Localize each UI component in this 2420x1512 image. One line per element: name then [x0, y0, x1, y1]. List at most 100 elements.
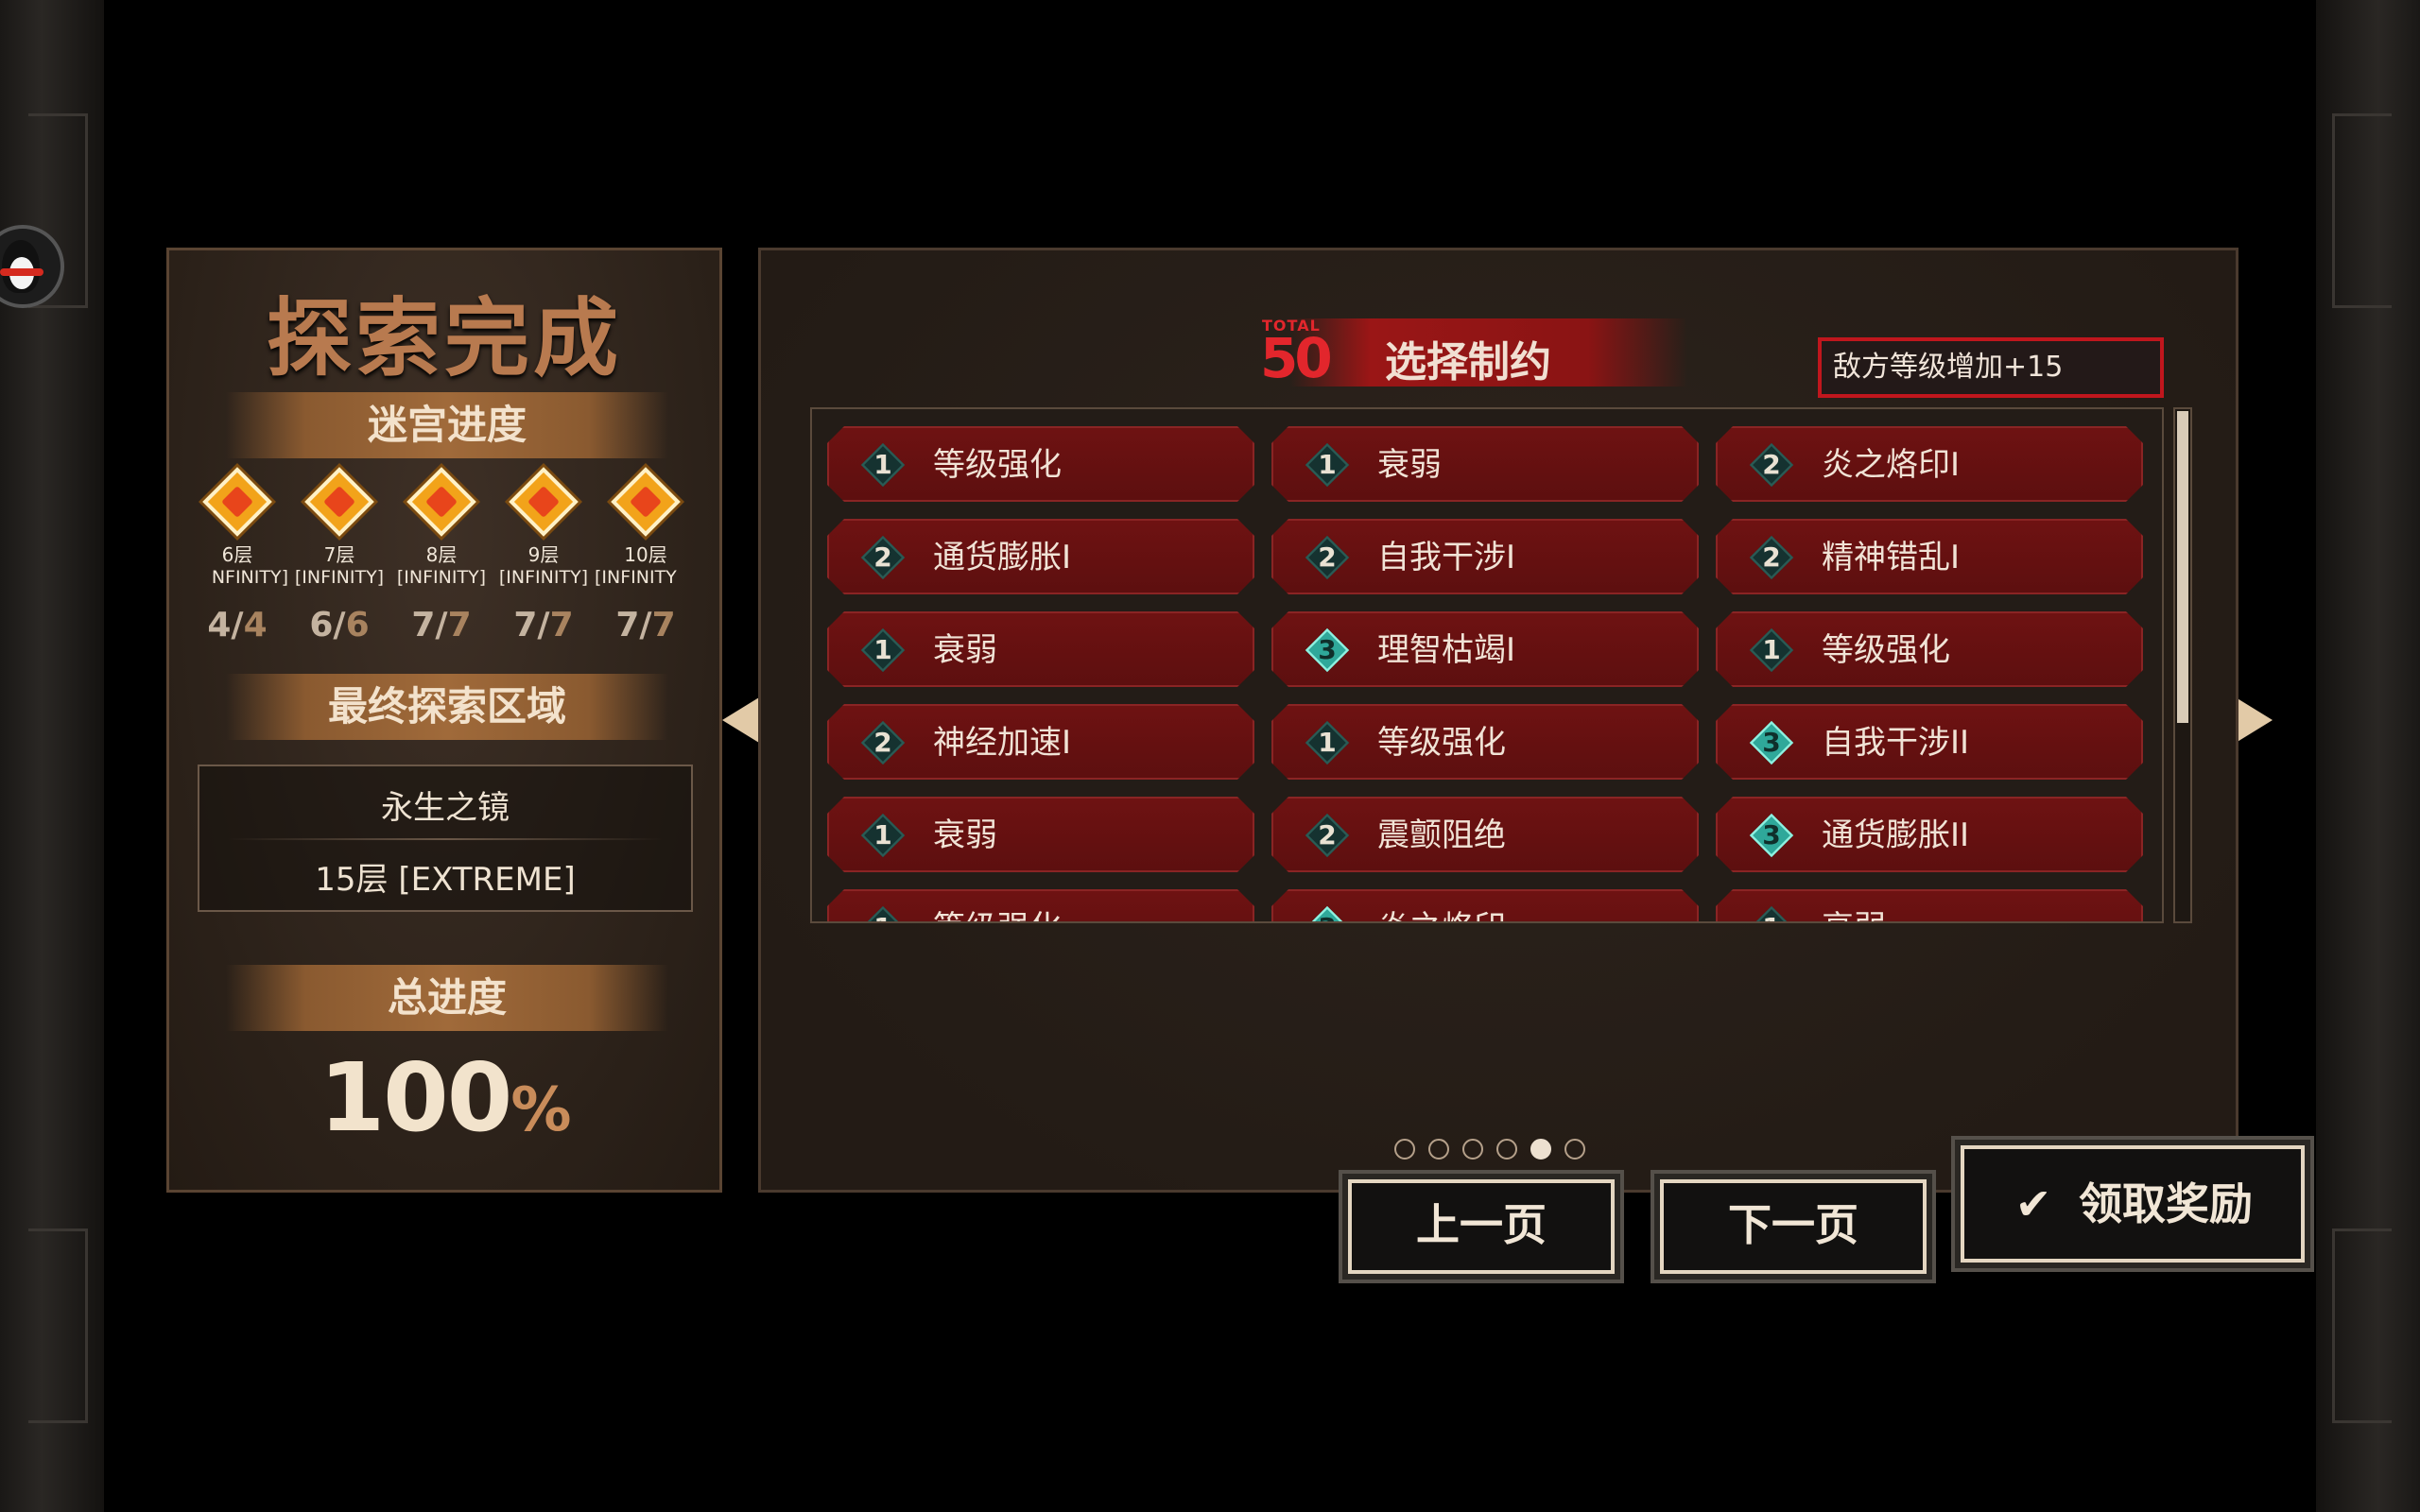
constraint-card[interactable]: 1 等级强化	[827, 889, 1254, 923]
frame-notch	[2332, 1228, 2392, 1423]
constraint-card[interactable]: 1 衰弱	[1271, 426, 1699, 502]
page-dot[interactable]	[1394, 1139, 1415, 1160]
constraint-card[interactable]: 1 等级强化	[1716, 611, 2143, 687]
page-dot[interactable]	[1496, 1139, 1517, 1160]
constraint-card[interactable]: 2 神经加速I	[827, 704, 1254, 780]
floor-difficulty: [INFINITY]	[498, 567, 589, 588]
floor-name: 6层	[221, 543, 253, 566]
level-badge-icon: 1	[1307, 723, 1347, 763]
floor-item: 9层 [INFINITY] 7/7	[493, 467, 595, 644]
next-page-button[interactable]: 下一页	[1660, 1179, 1927, 1274]
constraint-card[interactable]: 1 衰弱	[827, 611, 1254, 687]
constraint-name: 精神错乱I	[1822, 539, 1961, 576]
level-badge-icon: 3	[1752, 723, 1791, 763]
floor-difficulty: [INFINITY	[595, 567, 677, 588]
checkmark-icon: ✔	[2014, 1178, 2052, 1229]
constraint-name: 等级强化	[933, 446, 1062, 484]
page-dot[interactable]	[1462, 1139, 1483, 1160]
constraint-card[interactable]: 2 通货膨胀I	[827, 519, 1254, 594]
floor-count: 7/7	[615, 606, 676, 644]
prev-page-button[interactable]: 上一页	[1348, 1179, 1615, 1274]
maze-progress-banner: 迷宫进度	[226, 392, 668, 458]
level-badge-icon: 2	[863, 538, 903, 577]
floor-name: 7层	[323, 543, 355, 566]
level-badge-icon: 2	[1752, 538, 1791, 577]
constraint-name: 震颤阻绝	[1377, 816, 1506, 854]
page-dot[interactable]	[1428, 1139, 1449, 1160]
floor-item: 10层 [INFINITY 7/7	[595, 467, 697, 644]
constraint-card[interactable]: 1 衰弱	[827, 797, 1254, 872]
constraint-card[interactable]: 2 炎之烙印I	[1716, 426, 2143, 502]
floor-name: 9层	[527, 543, 560, 566]
claim-reward-label: 领取奖励	[2079, 1178, 2253, 1229]
divider	[228, 838, 663, 840]
floor-count: 7/7	[513, 606, 574, 644]
floor-progress-list: 6层 NFINITY] 4/4 7层 [INFINITY] 6/6 8层 [IN…	[169, 467, 719, 647]
floor-name: 10层	[624, 543, 667, 566]
constraint-card[interactable]: 3 通货膨胀II	[1716, 797, 2143, 872]
claim-reward-button[interactable]: ✔ 领取奖励	[1961, 1145, 2305, 1263]
constraint-name: 神经加速I	[933, 724, 1072, 762]
floor-name: 8层	[425, 543, 458, 566]
scrollbar-thumb[interactable]	[2177, 411, 2188, 723]
constraint-name: 自我干涉II	[1822, 724, 1970, 762]
floor-emblem-icon	[202, 467, 272, 537]
constraint-card[interactable]: 1 衰弱	[1716, 889, 2143, 923]
right-frame	[2316, 0, 2420, 1512]
constraint-name: 衰弱	[933, 816, 997, 854]
floor-item: 7层 [INFINITY] 6/6	[288, 467, 390, 644]
floor-count: 7/7	[411, 606, 472, 644]
constraint-card[interactable]: 3 自我干涉II	[1716, 704, 2143, 780]
level-badge-icon: 3	[1752, 816, 1791, 855]
floor-difficulty: NFINITY]	[211, 567, 288, 588]
level-badge-icon: 1	[863, 816, 903, 855]
floor-item: 6层 NFINITY] 4/4	[186, 467, 288, 644]
final-area-banner: 最终探索区域	[226, 674, 668, 740]
constraint-card[interactable]: 3 理智枯竭I	[1271, 611, 1699, 687]
frame-notch	[28, 1228, 88, 1423]
constraint-name: 通货膨胀II	[1822, 816, 1970, 854]
floor-emblem-icon	[406, 467, 476, 537]
level-badge-icon: 2	[1307, 816, 1347, 855]
level-badge-icon: 2	[863, 723, 903, 763]
floor-emblem-icon	[304, 467, 374, 537]
floor-item: 8层 [INFINITY] 7/7	[390, 467, 493, 644]
level-badge-icon: 1	[1752, 908, 1791, 923]
level-badge-icon: 1	[863, 445, 903, 485]
level-badge-icon: 1	[1307, 445, 1347, 485]
constraint-card[interactable]: 2 震颤阻绝	[1271, 797, 1699, 872]
constraint-name: 衰弱	[933, 631, 997, 669]
final-area-floor: 15层 [EXTREME]	[315, 861, 576, 899]
frame-notch	[2332, 113, 2392, 308]
total-progress-banner: 总进度	[226, 965, 668, 1031]
constraint-scrollbar[interactable]	[2173, 407, 2192, 923]
floor-count: 4/4	[207, 606, 268, 644]
constraint-name: 等级强化	[933, 891, 1062, 923]
final-area-box: 永生之镜 15层 [EXTREME]	[198, 765, 693, 912]
level-badge-icon: 2	[1752, 445, 1791, 485]
level-badge-icon: 1	[863, 630, 903, 670]
constraint-card[interactable]: 1 等级强化	[827, 426, 1254, 502]
enemy-level-indicator: 敌方等级增加+15	[1818, 337, 2164, 398]
constraint-title: 选择制约	[1385, 338, 1551, 387]
constraint-card[interactable]: 2 自我干涉I	[1271, 519, 1699, 594]
page-dot[interactable]	[1564, 1139, 1585, 1160]
final-area-name: 永生之镜	[381, 789, 510, 827]
page-dot-active[interactable]	[1530, 1139, 1551, 1160]
floor-difficulty: [INFINITY]	[294, 567, 385, 588]
level-badge-icon: 2	[1307, 538, 1347, 577]
constraint-grid: 1 等级强化 1 衰弱 2 炎之烙印I 2 通货膨胀I 2 自我干涉I 2 精神…	[810, 407, 2164, 923]
constraint-card[interactable]: 1 等级强化	[1271, 704, 1699, 780]
page-indicator	[1394, 1139, 1599, 1165]
constraint-name: 衰弱	[1822, 891, 1886, 923]
constraint-name: 等级强化	[1377, 724, 1506, 762]
constraint-card[interactable]: 3 炎之烙印	[1271, 889, 1699, 923]
level-badge-icon: 3	[1307, 908, 1347, 923]
level-badge-icon: 3	[1307, 630, 1347, 670]
constraint-name: 炎之烙印I	[1822, 446, 1961, 484]
constraint-card[interactable]: 2 精神错乱I	[1716, 519, 2143, 594]
total-badge: TOTAL 50	[1253, 317, 1333, 390]
level-badge-icon: 1	[863, 908, 903, 923]
constraint-name: 理智枯竭I	[1377, 631, 1516, 669]
floor-difficulty: [INFINITY]	[396, 567, 487, 588]
